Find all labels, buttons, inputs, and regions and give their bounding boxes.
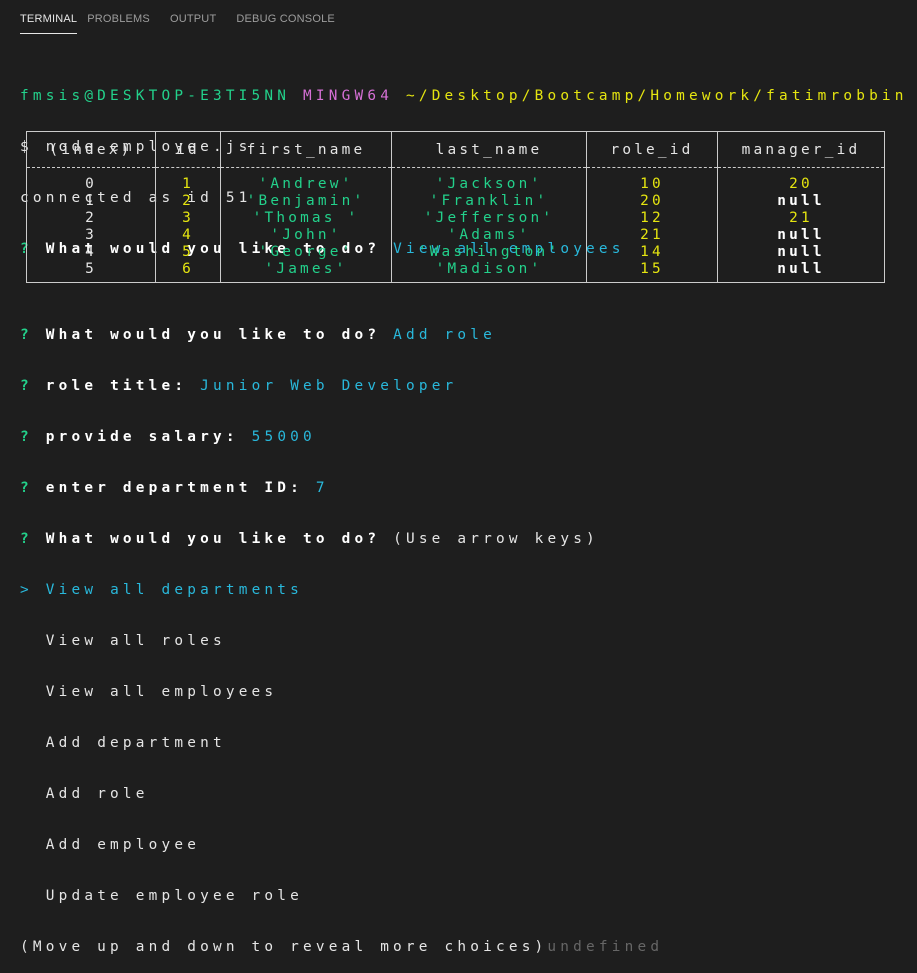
question-hint: (Use arrow keys) xyxy=(393,531,599,547)
cell-index: 5 xyxy=(26,261,156,283)
table-row: 2 3 'Thomas ' 'Jefferson' 12 21 xyxy=(26,210,885,227)
question-mark: ? xyxy=(20,531,33,547)
cell-index: 3 xyxy=(26,227,156,244)
question-line-5: ? enter department ID: 7 xyxy=(20,480,917,497)
table-row: 5 6 'James' 'Madison' 15 null xyxy=(26,261,885,283)
undefined-text: undefined xyxy=(547,939,664,955)
cell-id: 6 xyxy=(155,261,221,283)
more-hint: (Move up and down to reveal more choices… xyxy=(20,939,548,955)
terminal-output-continued[interactable]: ? What would you like to do? Add role ? … xyxy=(20,293,917,973)
cell-manager-id: null xyxy=(717,244,885,261)
cell-id: 5 xyxy=(155,244,221,261)
question-answer: Junior Web Developer xyxy=(200,378,458,394)
choice-label: View all employees xyxy=(45,684,278,700)
tab-output[interactable]: OUTPUT xyxy=(170,8,226,34)
cell-manager-id: null xyxy=(717,193,885,210)
question-text: What would you like to do? xyxy=(45,531,381,547)
question-text: What would you like to do? xyxy=(45,327,381,343)
cell-id: 2 xyxy=(155,193,221,210)
header-id: id xyxy=(155,131,221,168)
cell-role-id: 21 xyxy=(586,227,718,244)
cell-last-name: 'Jefferson' xyxy=(391,210,587,227)
choice-label: Add department xyxy=(45,735,226,751)
cell-manager-id: 20 xyxy=(717,167,885,193)
cell-role-id: 12 xyxy=(586,210,718,227)
cell-first-name: 'James' xyxy=(220,261,392,283)
cell-last-name: 'Franklin' xyxy=(391,193,587,210)
question-answer: 7 xyxy=(315,480,329,496)
question-text: role title: xyxy=(45,378,188,394)
cell-last-name: 'Adams' xyxy=(391,227,587,244)
cell-index: 0 xyxy=(26,167,156,193)
cell-first-name: 'Thomas ' xyxy=(220,210,392,227)
choice-label: View all departments xyxy=(45,582,304,598)
question-text: provide salary: xyxy=(45,429,239,445)
cell-id: 4 xyxy=(155,227,221,244)
tab-terminal[interactable]: TERMINAL xyxy=(20,8,78,34)
cell-role-id: 20 xyxy=(586,193,718,210)
choice-label: Add employee xyxy=(45,837,201,853)
choice-label: Add role xyxy=(45,786,149,802)
cell-role-id: 14 xyxy=(586,244,718,261)
cell-id: 1 xyxy=(155,167,221,193)
cell-index: 2 xyxy=(26,210,156,227)
cell-first-name: 'Andrew' xyxy=(220,167,392,193)
question-line-4: ? provide salary: 55000 xyxy=(20,429,917,446)
header-last-name: last_name xyxy=(391,131,587,168)
cell-role-id: 10 xyxy=(586,167,718,193)
question-mark: ? xyxy=(20,378,33,394)
question-answer: Add role xyxy=(393,327,497,343)
choice-item[interactable]: View all employees xyxy=(20,684,917,701)
choice-item[interactable]: Add employee xyxy=(20,837,917,854)
pointer-icon: > xyxy=(20,582,33,598)
prompt-path: ~/Desktop/Bootcamp/Homework/fatimrobbin xyxy=(405,88,908,104)
choice-selected[interactable]: > View all departments xyxy=(20,582,917,599)
header-first-name: first_name xyxy=(220,131,392,168)
prompt-shell: MINGW64 xyxy=(303,88,394,104)
question-line-6: ? What would you like to do? (Use arrow … xyxy=(20,531,917,548)
cell-manager-id: null xyxy=(717,261,885,283)
choice-label: Update employee role xyxy=(45,888,304,904)
cell-role-id: 15 xyxy=(586,261,718,283)
choice-label: View all roles xyxy=(45,633,226,649)
table-row: 0 1 'Andrew' 'Jackson' 10 20 xyxy=(26,167,885,193)
choice-item[interactable]: Add department xyxy=(20,735,917,752)
header-role-id: role_id xyxy=(586,131,718,168)
table-row: 1 2 'Benjamin' 'Franklin' 20 null xyxy=(26,193,885,210)
question-line-3: ? role title: Junior Web Developer xyxy=(20,378,917,395)
choice-item[interactable]: View all roles xyxy=(20,633,917,650)
choice-item[interactable]: Update employee role xyxy=(20,888,917,905)
header-index: (index) xyxy=(26,131,156,168)
question-answer: 55000 xyxy=(251,429,316,445)
tab-debug-console[interactable]: DEBUG CONSOLE xyxy=(236,8,345,34)
employees-table: (index) id first_name last_name role_id … xyxy=(26,131,886,287)
cell-first-name: 'George' xyxy=(220,244,392,261)
cell-first-name: 'Benjamin' xyxy=(220,193,392,210)
question-mark: ? xyxy=(20,327,33,343)
question-line-2: ? What would you like to do? Add role xyxy=(20,327,917,344)
tab-problems[interactable]: PROBLEMS xyxy=(87,8,160,34)
header-manager-id: manager_id xyxy=(717,131,885,168)
table-row: 3 4 'John' 'Adams' 21 null xyxy=(26,227,885,244)
table-row: 4 5 'George' 'Washington' 14 null xyxy=(26,244,885,261)
cell-last-name: 'Madison' xyxy=(391,261,587,283)
choice-item[interactable]: Add role xyxy=(20,786,917,803)
cell-id: 3 xyxy=(155,210,221,227)
cell-last-name: 'Jackson' xyxy=(391,167,587,193)
prompt-line: fmsis@DESKTOP-E3TI5NN MINGW64 ~/Desktop/… xyxy=(20,88,917,105)
prompt-user-host: fmsis@DESKTOP-E3TI5NN xyxy=(20,88,291,104)
question-text: enter department ID: xyxy=(45,480,304,496)
cell-first-name: 'John' xyxy=(220,227,392,244)
cell-index: 4 xyxy=(26,244,156,261)
cell-manager-id: 21 xyxy=(717,210,885,227)
more-hint-line: (Move up and down to reveal more choices… xyxy=(20,939,917,956)
question-mark: ? xyxy=(20,429,33,445)
cell-manager-id: null xyxy=(717,227,885,244)
cell-last-name: 'Washington' xyxy=(391,244,587,261)
cell-index: 1 xyxy=(26,193,156,210)
question-mark: ? xyxy=(20,480,33,496)
panel-tabs: TERMINAL PROBLEMS OUTPUT DEBUG CONSOLE xyxy=(0,0,917,34)
